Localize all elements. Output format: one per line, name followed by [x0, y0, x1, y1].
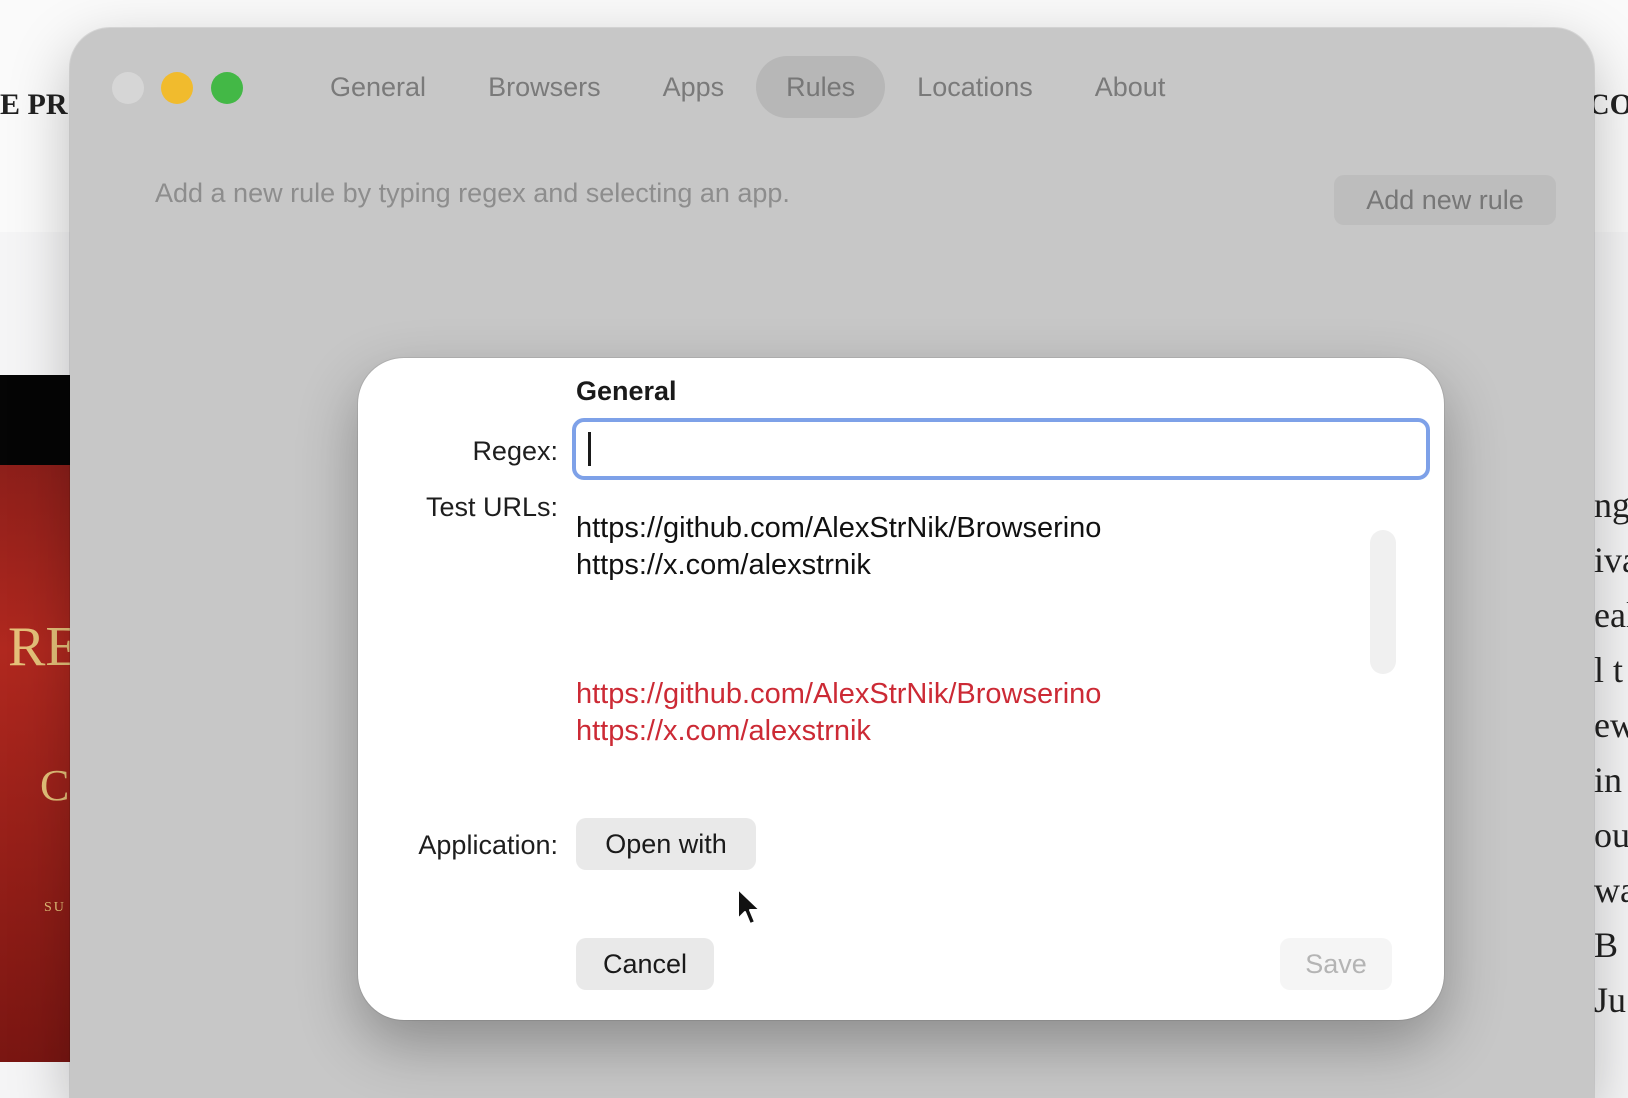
book-subtitle-fragment: C	[40, 761, 70, 810]
book-small-text: SU	[44, 900, 66, 915]
tab-rules[interactable]: Rules	[756, 56, 886, 118]
book-title-fragment: RE	[8, 616, 80, 678]
toolbar-tabs: General Browsers Apps Rules Locations Ab…	[300, 54, 1197, 120]
background-book-cover: RE C SU	[0, 375, 80, 1062]
article-line: wa	[1594, 870, 1628, 910]
regex-input[interactable]	[572, 418, 1430, 480]
matched-urls: https://github.com/AlexStrNik/Browserino…	[576, 676, 1101, 750]
matched-url-line: https://x.com/alexstrnik	[576, 715, 871, 747]
article-line: ng	[1594, 485, 1628, 525]
article-line: in	[1594, 760, 1623, 800]
mouse-pointer-icon	[737, 888, 761, 925]
section-title: General	[576, 376, 677, 406]
test-urls-textarea[interactable]: https://github.com/AlexStrNik/Browserino…	[576, 510, 1336, 660]
matched-url-line: https://github.com/AlexStrNik/Browserino	[576, 678, 1102, 710]
close-window-button[interactable]	[112, 72, 144, 104]
article-line: l t	[1594, 650, 1624, 690]
new-rule-dialog: General Regex: Test URLs: https://github…	[358, 358, 1444, 1020]
background-heading-left: E PR	[0, 88, 68, 121]
background-article-text: ng iva eal l t ew in ou wa B Ju	[1594, 478, 1628, 1028]
rules-hint-text: Add a new rule by typing regex and selec…	[155, 178, 790, 208]
application-label: Application:	[418, 830, 558, 860]
text-caret	[588, 432, 591, 466]
tab-general[interactable]: General	[300, 56, 456, 118]
test-url-line: https://x.com/alexstrnik	[576, 549, 871, 581]
settings-window: General Browsers Apps Rules Locations Ab…	[70, 28, 1594, 1098]
open-with-button[interactable]: Open with	[576, 818, 756, 870]
test-urls-scrollbar[interactable]	[1370, 530, 1396, 674]
test-url-line: https://github.com/AlexStrNik/Browserino	[576, 512, 1102, 544]
regex-label: Regex:	[472, 436, 558, 466]
cancel-button[interactable]: Cancel	[576, 938, 714, 990]
tab-apps[interactable]: Apps	[633, 56, 755, 118]
tab-about[interactable]: About	[1065, 56, 1196, 118]
add-new-rule-button[interactable]: Add new rule	[1334, 175, 1556, 225]
article-line: Ju	[1594, 980, 1627, 1020]
article-line: ew	[1594, 705, 1628, 745]
article-line: ou	[1594, 815, 1628, 855]
tab-browsers[interactable]: Browsers	[458, 56, 631, 118]
article-line: iva	[1594, 540, 1628, 580]
article-line: B	[1594, 925, 1619, 965]
tab-locations[interactable]: Locations	[887, 56, 1063, 118]
save-button[interactable]: Save	[1280, 938, 1392, 990]
background-heading-right: CO	[1588, 88, 1628, 121]
article-line: eal	[1594, 595, 1628, 635]
test-urls-label: Test URLs:	[425, 492, 558, 522]
minimize-window-button[interactable]	[161, 72, 193, 104]
zoom-window-button[interactable]	[211, 72, 243, 104]
